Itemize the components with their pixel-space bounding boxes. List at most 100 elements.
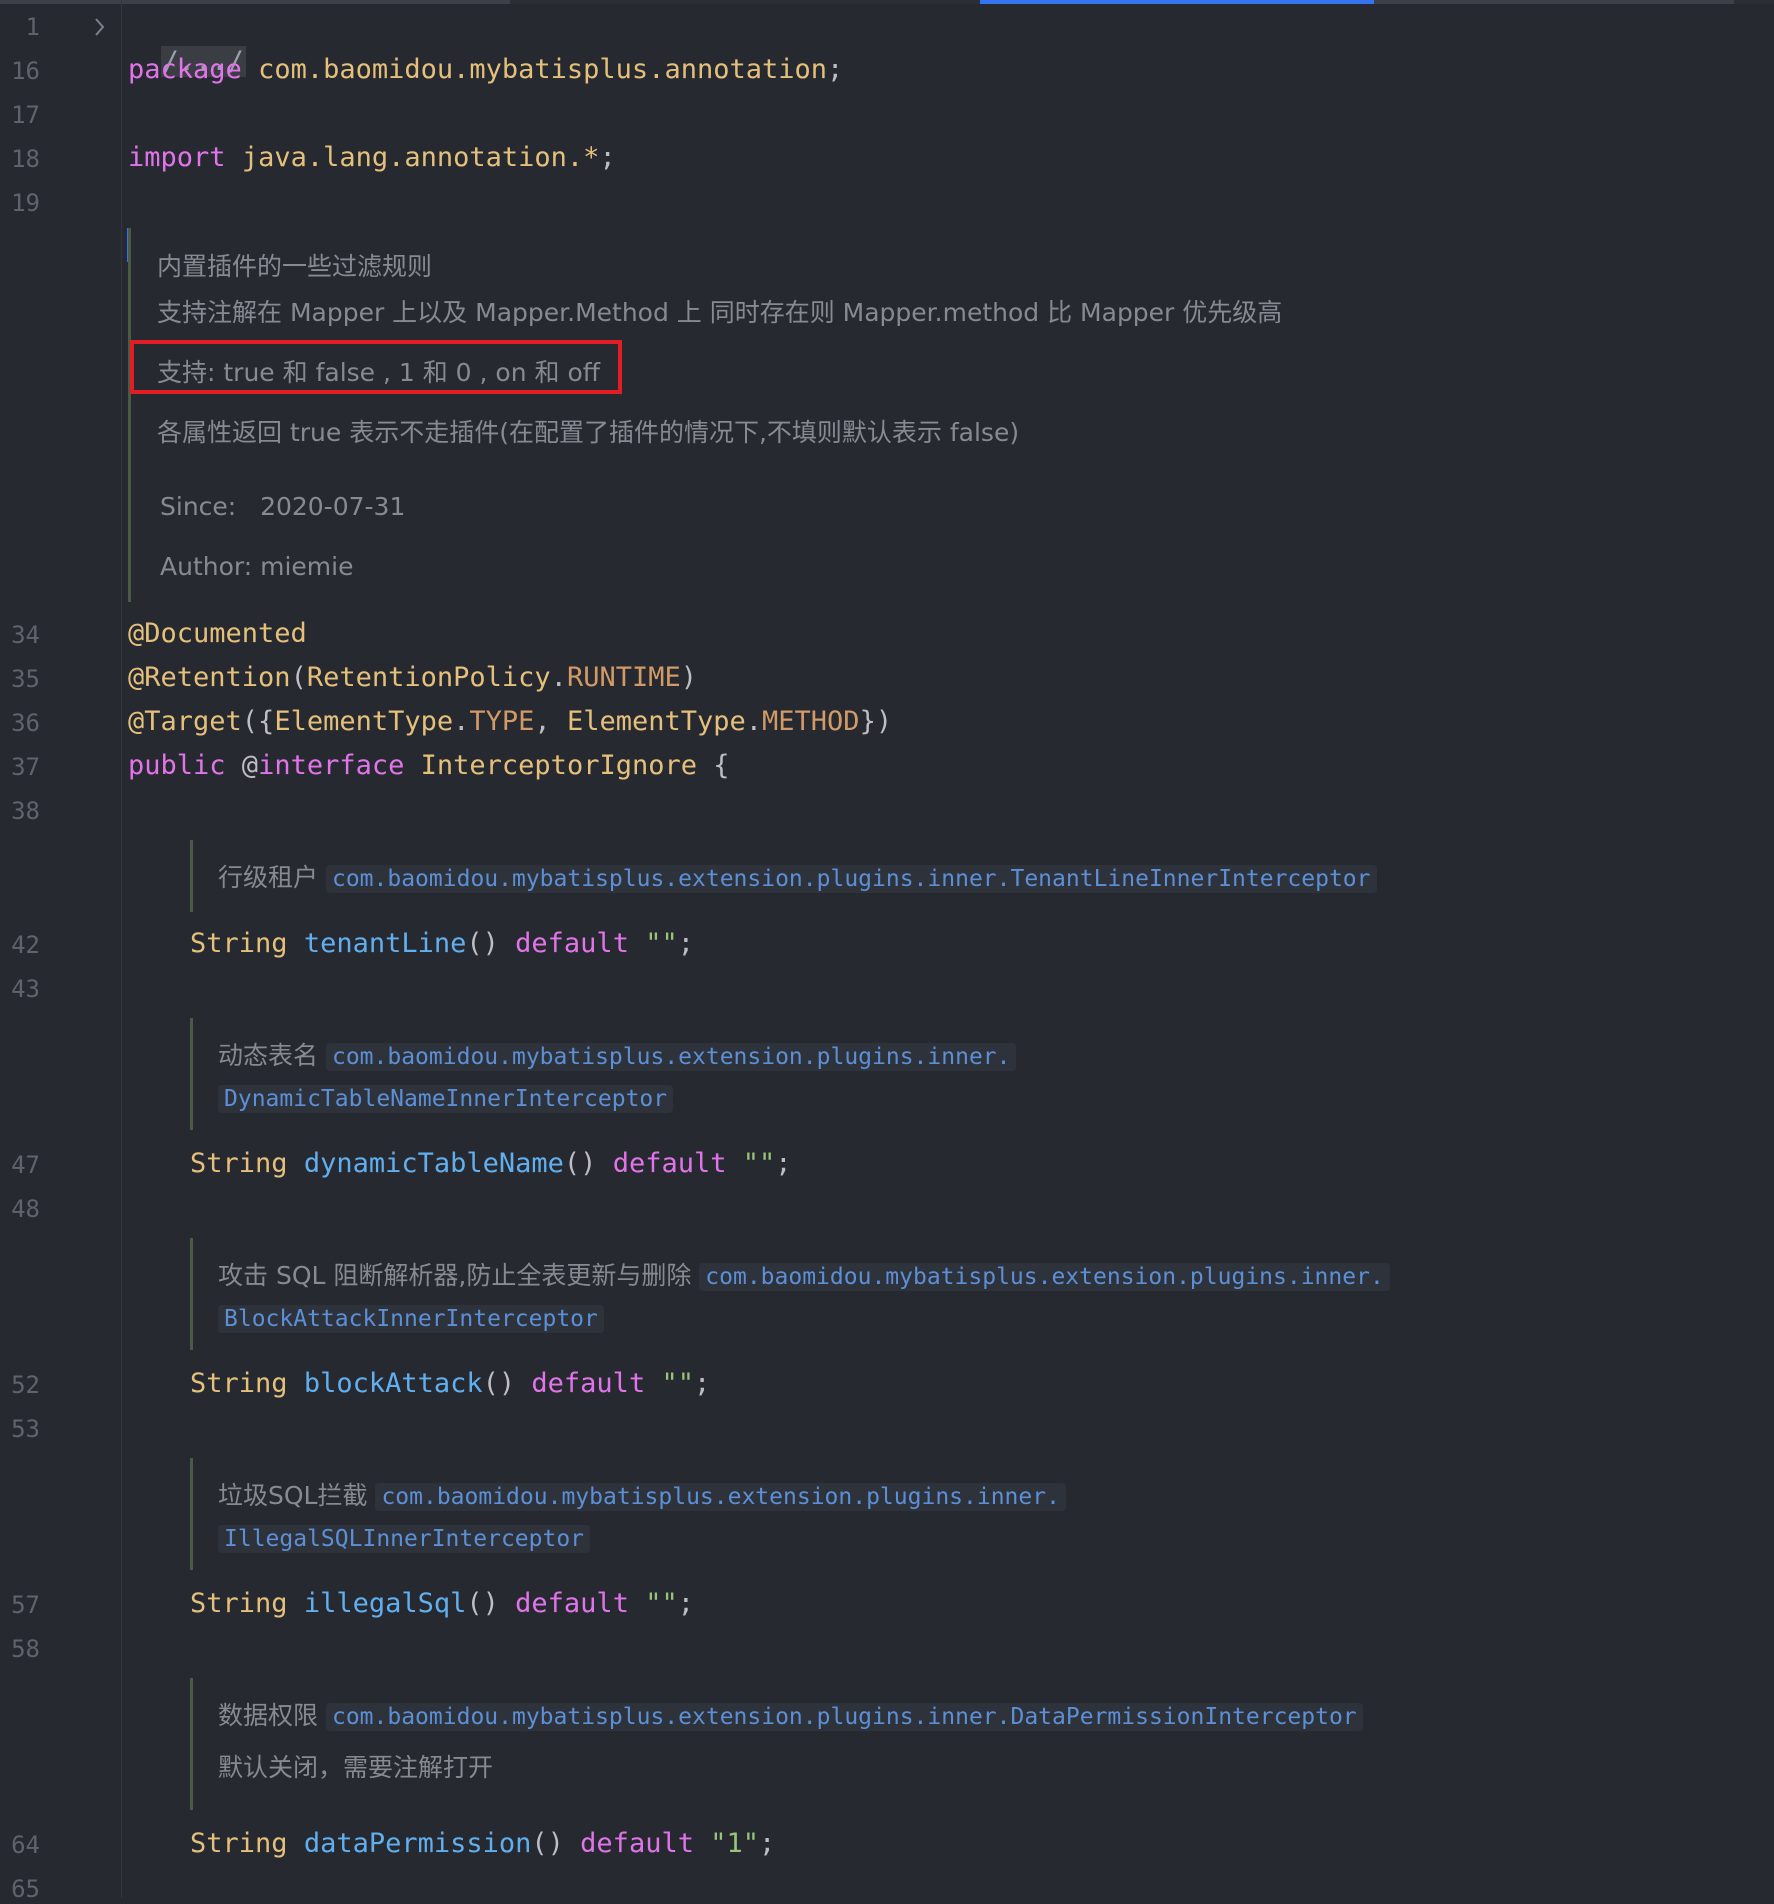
- doc-link[interactable]: com.baomidou.mybatisplus.extension.plugi…: [325, 1043, 1017, 1071]
- method-name: blockAttack: [303, 1368, 483, 1399]
- doc-text: 数据权限: [218, 1701, 319, 1730]
- doc-text: 行级租户: [218, 863, 319, 892]
- line-number: 37: [11, 753, 40, 781]
- doc-link[interactable]: com.baomidou.mybatisplus.extension.plugi…: [375, 1483, 1066, 1511]
- author-value: miemie: [260, 552, 354, 581]
- javadoc-author: Author: miemie: [160, 550, 353, 584]
- method-name: dynamicTableName: [303, 1148, 564, 1179]
- line-number: 58: [11, 1635, 40, 1663]
- method-doc-block: [190, 840, 193, 912]
- active-tab-indicator[interactable]: [980, 0, 1374, 4]
- import-name: java.lang.annotation.*: [241, 142, 600, 173]
- line-number: 36: [11, 709, 40, 737]
- doc-link[interactable]: DynamicTableNameInnerInterceptor: [218, 1085, 674, 1113]
- method-doc-block: [190, 1458, 193, 1570]
- keyword: default: [515, 1588, 629, 1619]
- code-line: String tenantLine() default "";: [190, 928, 694, 959]
- line-number: 35: [11, 665, 40, 693]
- annotation: @Target: [128, 706, 242, 737]
- method-doc: 垃圾SQL拦截 com.baomidou.mybatisplus.extensi…: [218, 1479, 1066, 1514]
- method-name: illegalSql: [303, 1588, 467, 1619]
- code-line: package com.baomidou.mybatisplus.annotat…: [128, 52, 843, 88]
- doc-text: 动态表名: [218, 1041, 319, 1070]
- type-name: RetentionPolicy: [306, 662, 551, 693]
- javadoc-block: [128, 228, 131, 602]
- highlight-annotation-box: [130, 340, 622, 394]
- type-name: ElementType: [274, 706, 454, 737]
- line-number: 18: [11, 145, 40, 173]
- method-doc: 数据权限 com.baomidou.mybatisplus.extension.…: [218, 1699, 1363, 1734]
- code-line: public @interface InterceptorIgnore {: [128, 750, 730, 781]
- keyword: interface: [258, 750, 405, 781]
- method-doc-block: [190, 1238, 193, 1350]
- editor-tab-strip: [0, 0, 1774, 4]
- method-name: dataPermission: [303, 1828, 532, 1859]
- code-line: import java.lang.annotation.*;: [128, 140, 616, 176]
- doc-link[interactable]: com.baomidou.mybatisplus.extension.plugi…: [699, 1263, 1390, 1291]
- code-line: String dynamicTableName() default "";: [190, 1148, 792, 1179]
- line-number: 65: [11, 1875, 40, 1903]
- code-line: @Target({ElementType.TYPE, ElementType.M…: [128, 706, 893, 737]
- string-literal: "": [645, 1588, 678, 1619]
- doc-text: 攻击 SQL 阻断解析器,防止全表更新与删除: [218, 1261, 692, 1290]
- string-literal: "1": [710, 1828, 760, 1859]
- line-number: 16: [11, 57, 40, 85]
- doc-text: 垃圾SQL拦截: [218, 1481, 368, 1510]
- line-number: 64: [11, 1831, 40, 1859]
- keyword: default: [531, 1368, 646, 1399]
- chevron-right-icon[interactable]: [90, 12, 110, 42]
- method-doc: 动态表名 com.baomidou.mybatisplus.extension.…: [218, 1039, 1017, 1074]
- type-name: String: [190, 1148, 288, 1179]
- keyword: default: [580, 1828, 694, 1859]
- tab-strip-segment: [1374, 0, 1734, 4]
- method-doc: 行级租户 com.baomidou.mybatisplus.extension.…: [218, 861, 1377, 896]
- doc-link[interactable]: IllegalSQLInnerInterceptor: [218, 1525, 591, 1553]
- semicolon: ;: [599, 142, 616, 173]
- interface-name: InterceptorIgnore: [420, 750, 697, 781]
- keyword: default: [515, 928, 629, 959]
- doc-link[interactable]: com.baomidou.mybatisplus.extension.plugi…: [325, 865, 1377, 893]
- since-value: 2020-07-31: [260, 492, 406, 521]
- method-name: tenantLine: [303, 928, 467, 959]
- type-name: String: [190, 1368, 288, 1399]
- line-number: 42: [11, 931, 40, 959]
- line-number: 43: [11, 975, 40, 1003]
- since-label: Since:: [160, 492, 237, 521]
- semicolon: ;: [827, 54, 844, 85]
- keyword: public: [128, 750, 226, 781]
- method-doc-block: [190, 1018, 193, 1130]
- string-literal: "": [645, 928, 678, 959]
- string-literal: "": [742, 1148, 776, 1179]
- string-literal: "": [661, 1368, 694, 1399]
- javadoc-line: 各属性返回 true 表示不走插件(在配置了插件的情况下,不填则默认表示 fal…: [157, 418, 1020, 447]
- line-number: 52: [11, 1371, 40, 1399]
- method-doc: 攻击 SQL 阻断解析器,防止全表更新与删除 com.baomidou.myba…: [218, 1259, 1390, 1294]
- type-name: ElementType: [566, 706, 746, 737]
- constant: METHOD: [762, 706, 860, 737]
- code-line: @Retention(RetentionPolicy.RUNTIME): [128, 662, 697, 693]
- line-number: 19: [11, 189, 40, 217]
- type-name: String: [190, 928, 288, 959]
- type-name: String: [190, 1588, 288, 1619]
- package-name: com.baomidou.mybatisplus.annotation: [258, 54, 828, 85]
- code-line: String blockAttack() default "";: [190, 1368, 711, 1399]
- doc-link[interactable]: com.baomidou.mybatisplus.extension.plugi…: [325, 1703, 1363, 1731]
- method-doc-block: [190, 1678, 193, 1810]
- type-name: String: [190, 1828, 288, 1859]
- constant: RUNTIME: [566, 662, 681, 693]
- method-doc: IllegalSQLInnerInterceptor: [218, 1521, 591, 1556]
- tab-strip-segment: [0, 0, 510, 4]
- javadoc-line: 内置插件的一些过滤规则: [157, 252, 433, 281]
- annotation: @Documented: [128, 618, 307, 649]
- code-line: String dataPermission() default "1";: [190, 1828, 776, 1859]
- brace: {: [713, 750, 730, 781]
- doc-link[interactable]: BlockAttackInnerInterceptor: [218, 1305, 604, 1333]
- code-line: String illegalSql() default "";: [190, 1588, 694, 1619]
- annotation: @Retention: [128, 662, 291, 693]
- gutter-separator: [121, 0, 122, 1898]
- line-number: 57: [11, 1591, 40, 1619]
- method-doc: 默认关闭，需要注解打开: [218, 1753, 494, 1782]
- keyword: import: [128, 142, 226, 173]
- author-label: Author:: [160, 552, 253, 581]
- method-doc: DynamicTableNameInnerInterceptor: [218, 1081, 674, 1116]
